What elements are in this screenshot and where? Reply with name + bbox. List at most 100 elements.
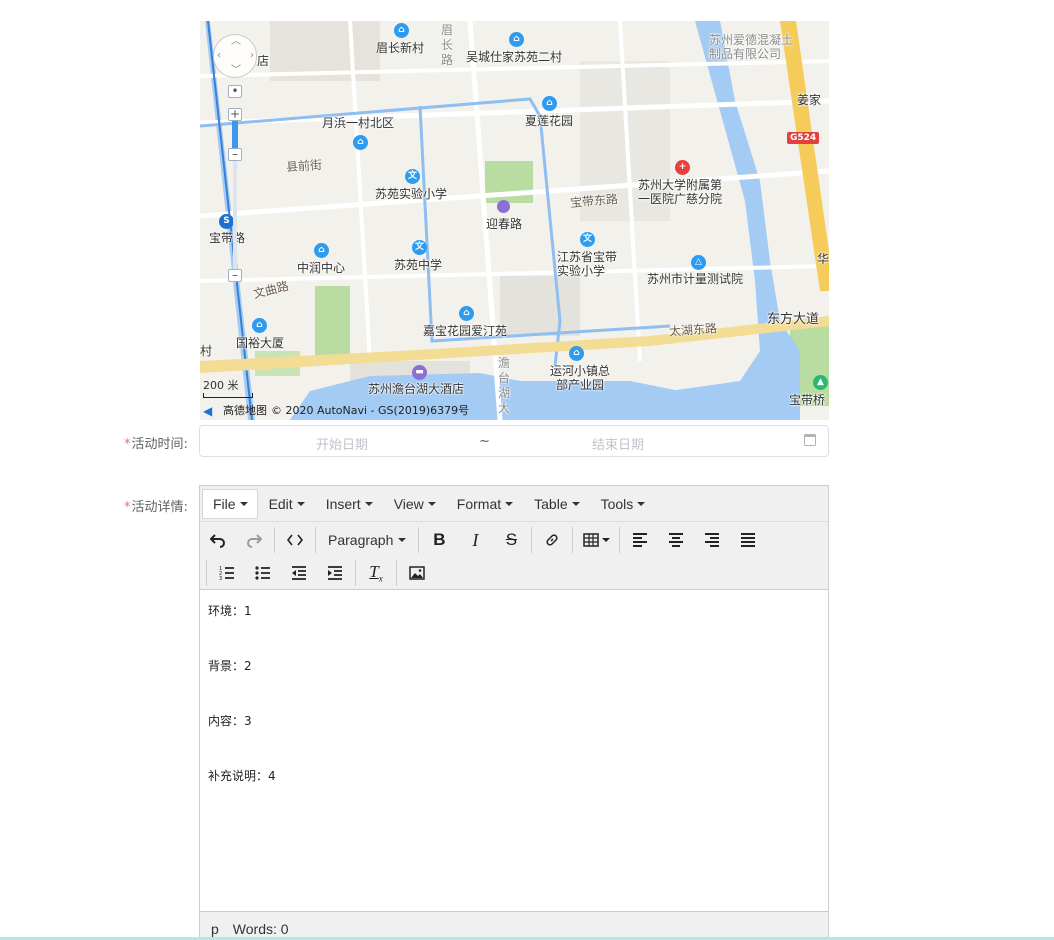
calendar-icon[interactable] — [804, 434, 816, 446]
align-right-button[interactable] — [694, 525, 730, 555]
park-icon: ▲ — [813, 375, 828, 390]
activity-time-label: *活动时间: — [124, 433, 188, 452]
block-format-select[interactable]: Paragraph — [318, 525, 416, 555]
map-label: 宝带桥 — [789, 393, 826, 407]
map-scale-bar — [203, 393, 253, 398]
rich-text-editor: File Edit Insert View Format Table Tools — [199, 485, 829, 940]
poi-icon: ⌂ — [314, 243, 329, 258]
map-copyright: © 2020 AutoNavi - GS(2019)6379号 — [271, 404, 470, 417]
map-label: 苏州澹台湖大酒店 — [368, 382, 465, 396]
map-label: 澹台湖大 — [498, 356, 511, 415]
bullet-list-button[interactable] — [245, 558, 281, 588]
toolbar-divider — [418, 527, 420, 553]
align-center-button[interactable] — [658, 525, 694, 555]
toolbar-row-2: 123 Tx — [204, 557, 435, 589]
toolbar-divider — [206, 560, 207, 586]
content-paragraph: 补充说明：4 — [208, 769, 276, 783]
table-button[interactable] — [575, 525, 617, 555]
pan-up-icon[interactable]: ︿ — [231, 37, 241, 47]
map-pan-control[interactable]: ︿ ﹀ ‹ › — [213, 34, 257, 78]
toolbar-divider — [619, 527, 621, 553]
menu-table[interactable]: Table — [523, 489, 589, 519]
align-justify-icon — [741, 533, 756, 547]
menu-file[interactable]: File — [202, 488, 258, 519]
map-label: 吴城仕家苏苑二村 — [466, 50, 563, 64]
insert-image-button[interactable] — [399, 558, 435, 588]
italic-button[interactable]: I — [457, 525, 493, 555]
page: ⌂ ⌂ ⌂ ⌂ + 文 S ⌂ 文 文 △ ⌂ ⌂ ▬ ⌂ ▲ G524 眉长新… — [0, 0, 1054, 940]
menu-table-label: Table — [534, 495, 568, 512]
start-date-input[interactable]: 开始日期 — [316, 434, 368, 453]
menu-format[interactable]: Format — [446, 489, 523, 519]
map-attribution: ◀ 高德地图 © 2020 AutoNavi - GS(2019)6379号 — [203, 402, 469, 418]
align-left-button[interactable] — [622, 525, 658, 555]
menu-edit[interactable]: Edit — [258, 489, 315, 519]
bullet-list-icon — [255, 566, 270, 580]
activity-date-range-picker[interactable]: 开始日期 ~ 结束日期 — [199, 425, 829, 457]
activity-detail-label-text: 活动详情: — [131, 500, 188, 515]
toolbar-divider — [396, 560, 397, 586]
poi-icon: ⌂ — [542, 96, 557, 111]
map-label: 店 — [257, 54, 270, 68]
activity-time-label-text: 活动时间: — [131, 437, 188, 452]
zoom-slider-handle[interactable]: – — [228, 148, 242, 161]
toolbar-divider — [572, 527, 574, 553]
map-label: 嘉宝花园爱汀苑 — [423, 324, 508, 338]
pan-down-icon[interactable]: ﹀ — [231, 66, 241, 76]
align-left-icon — [633, 533, 648, 547]
map-label: 眉长新村 — [376, 41, 425, 55]
locate-button[interactable]: • — [228, 85, 242, 98]
element-path[interactable]: p — [211, 921, 219, 937]
end-date-input[interactable]: 结束日期 — [592, 434, 644, 453]
redo-button[interactable] — [236, 525, 272, 555]
menu-insert[interactable]: Insert — [315, 489, 383, 519]
map-label: 苏苑实验小学 — [375, 187, 448, 201]
map-label: 华 — [817, 252, 829, 266]
editor-toolbar: Paragraph B I S 1 2 3 Tx — [200, 522, 828, 590]
clear-formatting-button[interactable]: Tx — [358, 558, 394, 588]
svg-text:3: 3 — [219, 576, 222, 581]
map-label: 迎春路 — [486, 217, 523, 231]
strikethrough-button[interactable]: S — [493, 525, 529, 555]
toolbar-divider — [315, 527, 316, 553]
numbered-list-button[interactable]: 123 — [209, 558, 245, 588]
editor-content-area[interactable]: 环境：1 背景：2 内容：3 补充说明：4 — [200, 591, 828, 911]
block-format-value: Paragraph — [328, 532, 394, 548]
menu-insert-label: Insert — [325, 495, 361, 512]
map-label: 江苏省宝带实验小学 — [557, 250, 618, 278]
map-label: 中润中心 — [297, 261, 346, 275]
italic-icon: I — [472, 529, 479, 550]
range-separator: ~ — [479, 434, 490, 449]
map-label: 姜家 — [797, 93, 822, 107]
caret-down-icon — [637, 501, 646, 506]
map-provider-name: 高德地图 — [223, 404, 267, 417]
map-label: 东方大道 — [767, 312, 820, 327]
source-code-button[interactable] — [277, 525, 313, 555]
indent-button[interactable] — [317, 558, 353, 588]
zoom-out-button[interactable]: – — [228, 269, 242, 282]
content-paragraph: 背景：2 — [208, 659, 252, 673]
poi-icon: ⌂ — [509, 32, 524, 47]
zoom-in-button[interactable]: + — [228, 108, 242, 121]
menu-view[interactable]: View — [383, 489, 446, 519]
outdent-button[interactable] — [281, 558, 317, 588]
poi-icon: ⌂ — [252, 318, 267, 333]
map[interactable]: ⌂ ⌂ ⌂ ⌂ + 文 S ⌂ 文 文 △ ⌂ ⌂ ▬ ⌂ ▲ G524 眉长新… — [200, 21, 829, 420]
undo-button[interactable] — [200, 525, 236, 555]
map-scale-label: 200 米 — [203, 379, 239, 392]
map-label: 苏州大学附属第一医院广慈分院 — [638, 178, 723, 206]
bold-button[interactable]: B — [421, 525, 457, 555]
school-icon: 文 — [405, 169, 420, 184]
pan-right-icon[interactable]: › — [250, 51, 254, 61]
map-label: 运河小镇总部产业园 — [549, 364, 610, 392]
caret-down-icon — [296, 501, 305, 506]
menu-tools[interactable]: Tools — [590, 489, 656, 519]
align-justify-button[interactable] — [730, 525, 766, 555]
pan-left-icon[interactable]: ‹ — [217, 51, 221, 61]
poi-icon: ⌂ — [353, 135, 368, 150]
caret-down-icon — [601, 538, 610, 542]
link-button[interactable] — [534, 525, 570, 555]
redo-icon — [247, 534, 262, 548]
map-label: 苏苑中学 — [394, 258, 443, 272]
metro-icon — [497, 200, 510, 213]
